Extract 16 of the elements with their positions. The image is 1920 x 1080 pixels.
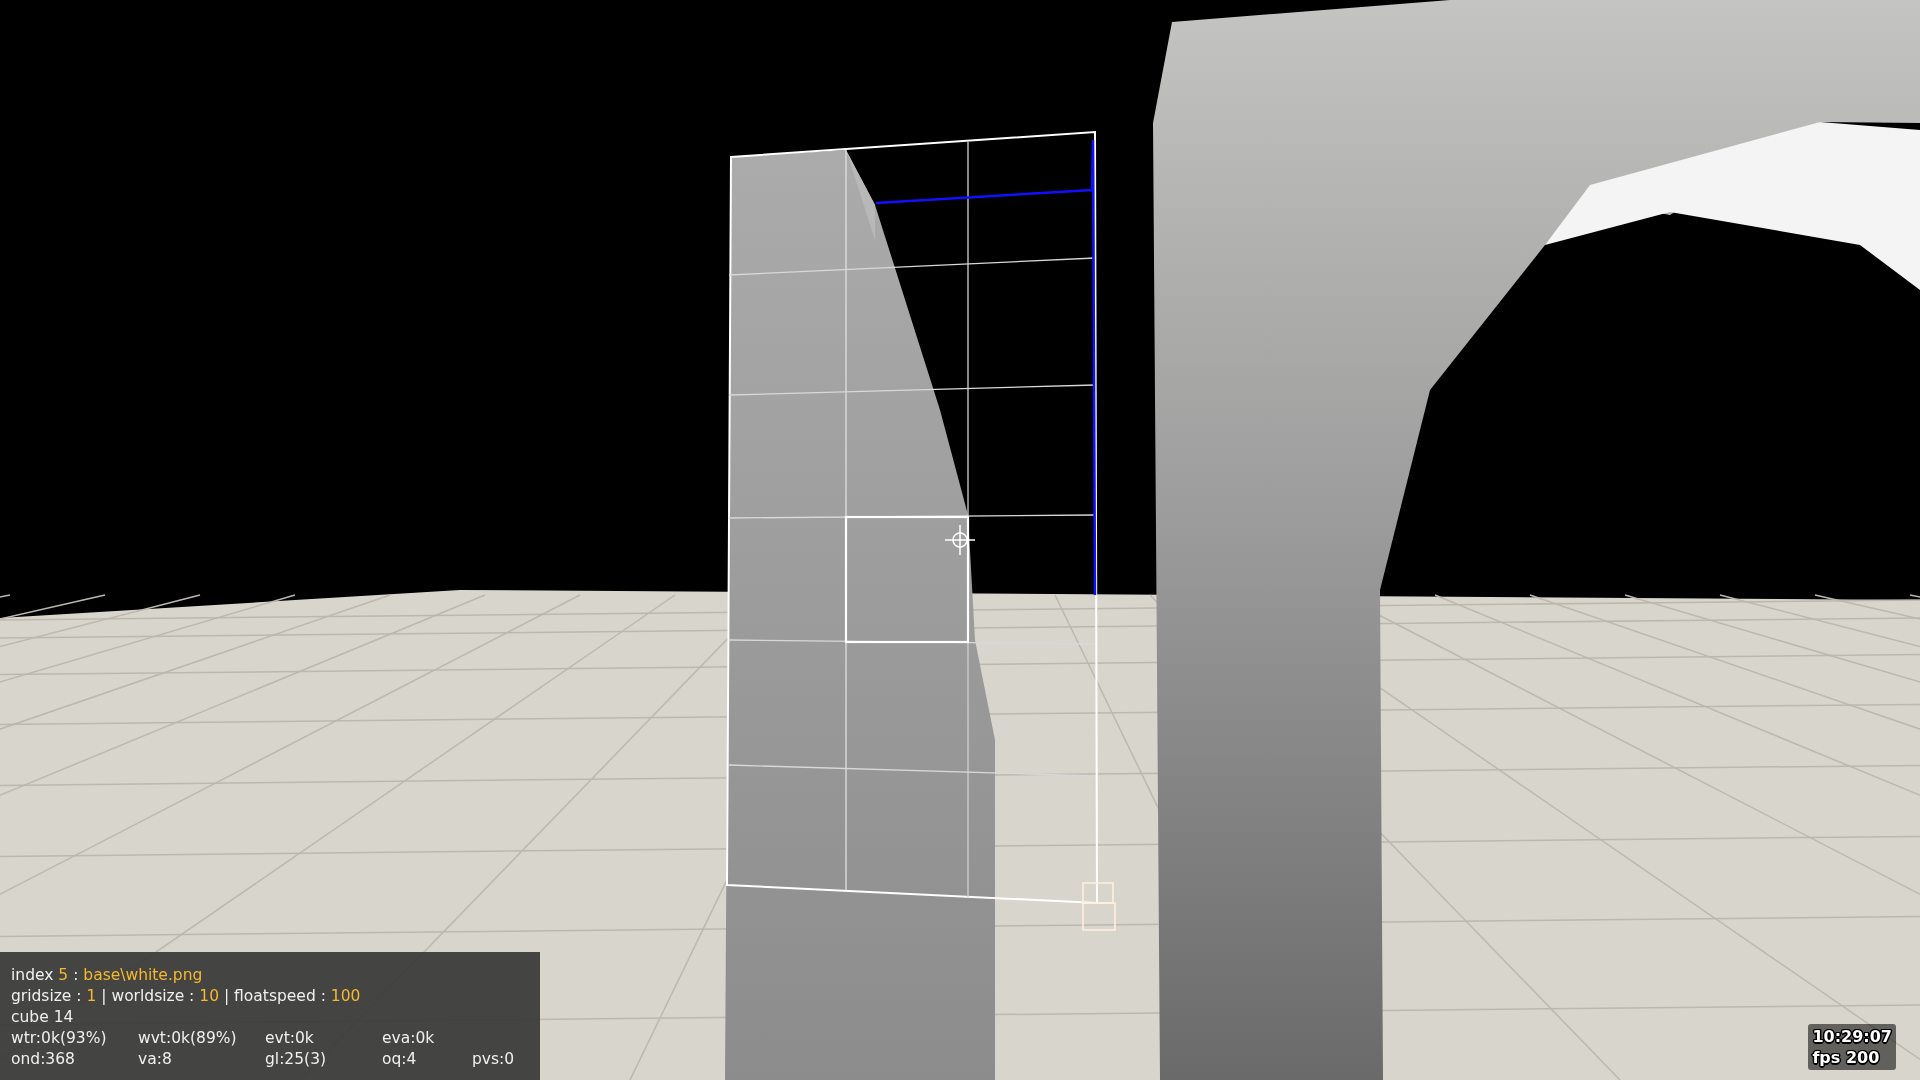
stat-text: wtr:0k(93%) — [11, 1028, 108, 1049]
hud-line: gridsize : 1 | worldsize : 10 | floatspeed : 100 — [11, 986, 361, 1007]
stat-text: pvs:0 — [472, 1049, 516, 1070]
stat-text: eva:0k — [382, 1028, 436, 1049]
hud-line: index 5 : base\white.png — [11, 965, 203, 986]
crosshair-icon — [944, 524, 976, 556]
corner-marker-icon — [1082, 882, 1116, 931]
stat-text: va:8 — [138, 1049, 173, 1070]
stat-text: ond:368 — [11, 1049, 76, 1070]
stat-text: oq:4 — [382, 1049, 418, 1070]
stat-text: evt:0k — [265, 1028, 315, 1049]
stat-text: wvt:0k(89%) — [138, 1028, 238, 1049]
stat-text: gl:25(3) — [265, 1049, 328, 1070]
hud-line: cube 14 — [11, 1007, 74, 1028]
fps-text: fps 200 — [1812, 1047, 1880, 1068]
clock-text: 10:29:07 — [1812, 1026, 1892, 1047]
